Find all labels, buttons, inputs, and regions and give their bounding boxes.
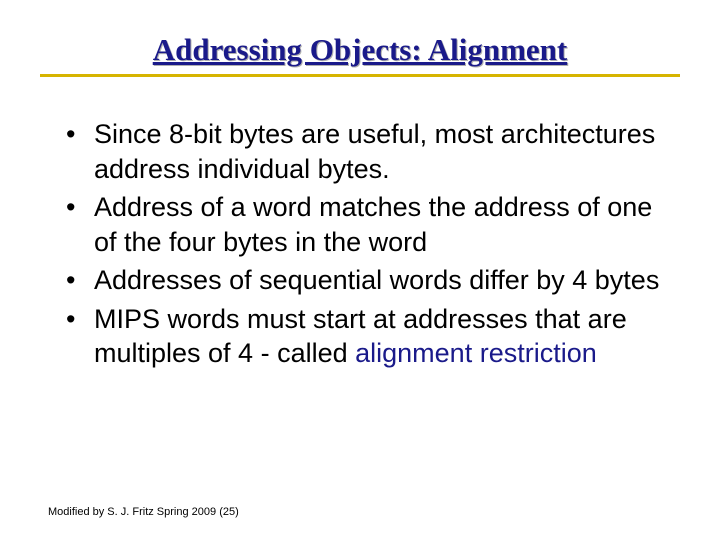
slide: Addressing Objects: Alignment Since 8-bi… [0,0,720,540]
bullet-list: Since 8-bit bytes are useful, most archi… [66,117,664,371]
bullet-item: Since 8-bit bytes are useful, most archi… [66,117,664,186]
bullet-text: Address of a word matches the address of… [94,192,652,257]
slide-title: Addressing Objects: Alignment [153,32,568,68]
title-area: Addressing Objects: Alignment [0,0,720,68]
footer-text: Modified by S. J. Fritz Spring 2009 (25) [48,506,239,518]
bullet-text: Addresses of sequential words differ by … [94,265,659,295]
bullet-item: Address of a word matches the address of… [66,190,664,259]
bullet-item: Addresses of sequential words differ by … [66,263,664,298]
bullet-item: MIPS words must start at addresses that … [66,302,664,371]
bullet-text: Since 8-bit bytes are useful, most archi… [94,119,655,184]
keyword-highlight: alignment restriction [355,338,597,368]
title-underline-rule [40,74,680,77]
